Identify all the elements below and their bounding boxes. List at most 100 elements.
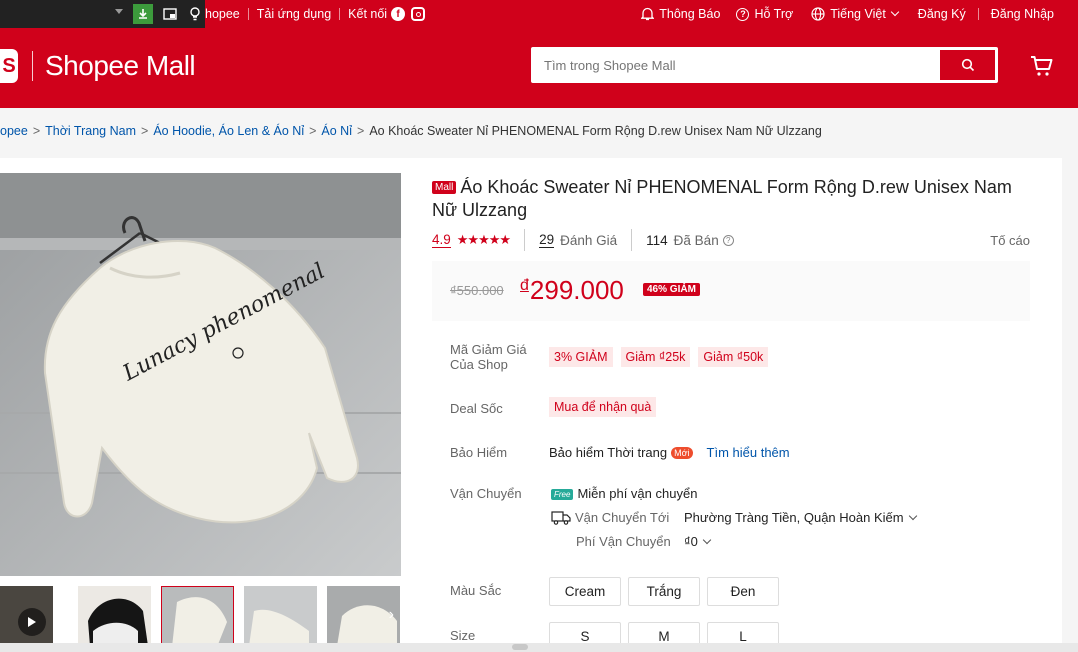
insurance-value: Bảo hiểm Thời trang bbox=[549, 445, 668, 460]
divider bbox=[247, 8, 249, 20]
divider bbox=[339, 8, 341, 20]
notifications-link[interactable]: Thông Báo bbox=[641, 7, 720, 21]
ship-fee-label: Phí Vận Chuyển bbox=[576, 534, 671, 549]
ship-to-value: Phường Tràng Tiền, Quận Hoàn Kiếm bbox=[684, 510, 904, 525]
search-icon bbox=[961, 58, 974, 72]
deal-label: Deal Sốc bbox=[450, 401, 503, 416]
insurance-label: Bảo Hiểm bbox=[450, 445, 508, 460]
breadcrumb-item-mens-fashion[interactable]: Thời Trang Nam bbox=[45, 124, 136, 138]
chevron-down-icon bbox=[702, 535, 712, 545]
divider bbox=[977, 8, 979, 20]
thumbnail-image[interactable] bbox=[244, 586, 317, 646]
voucher-label: Mã Giảm Giá Của Shop bbox=[450, 342, 527, 372]
shipping-label: Vận Chuyển bbox=[450, 486, 522, 501]
voucher-list: 3% GIẢM Giảm ₫25k Giảm ₫50k bbox=[549, 347, 776, 367]
chevron-right-icon[interactable]: › bbox=[389, 606, 394, 624]
globe-icon bbox=[811, 7, 825, 21]
ship-fee-selector[interactable]: ₫0 bbox=[684, 534, 712, 549]
top-left-links: hopee Tải ứng dụng Kết nối f bbox=[205, 0, 426, 28]
chevron-down-icon[interactable] bbox=[115, 9, 123, 14]
help-link[interactable]: ? Hỗ Trợ bbox=[736, 7, 793, 21]
sale-price-value: 299.000 bbox=[529, 275, 624, 305]
chevron-down-icon bbox=[908, 511, 917, 521]
ship-to-selector[interactable]: Phường Tràng Tiền, Quận Hoàn Kiếm bbox=[684, 510, 917, 525]
sold-count: 114 bbox=[646, 232, 668, 248]
discount-badge: 46% GIẢM bbox=[643, 283, 700, 296]
help-icon: ? bbox=[736, 7, 750, 21]
original-price: ₫550.000 bbox=[450, 283, 504, 298]
breadcrumb-item-home[interactable]: opee bbox=[0, 124, 28, 138]
truck-icon bbox=[551, 511, 571, 525]
instagram-icon[interactable] bbox=[411, 7, 426, 21]
logo-text: Shopee Mall bbox=[45, 50, 196, 81]
color-option-white[interactable]: Trắng bbox=[628, 577, 700, 606]
chevron-right-icon: > bbox=[357, 124, 365, 138]
scrollbar-thumb[interactable] bbox=[512, 644, 528, 650]
help-label: Hỗ Trợ bbox=[754, 7, 794, 21]
download-app-link[interactable]: Tải ứng dụng bbox=[257, 7, 331, 21]
product-main-image[interactable]: Lunacy phenomenal bbox=[0, 173, 401, 576]
rating-value[interactable]: 4.9 bbox=[432, 232, 451, 248]
language-label: Tiếng Việt bbox=[830, 7, 886, 21]
insurance-row: Bảo hiểm Thời trang Mới Tìm hiểu thêm bbox=[549, 445, 790, 460]
breadcrumb-item-hoodies[interactable]: Áo Hoodie, Áo Len & Áo Nỉ bbox=[153, 124, 304, 138]
report-link[interactable]: Tố cáo bbox=[990, 233, 1030, 248]
voucher-tag[interactable]: Giảm ₫25k bbox=[620, 347, 691, 367]
reviews-label: Đánh Giá bbox=[560, 232, 618, 248]
learn-more-link[interactable]: Tìm hiểu thêm bbox=[707, 445, 790, 460]
free-shipping-text: Miễn phí vận chuyển bbox=[577, 486, 698, 501]
login-link[interactable]: Đăng Nhập bbox=[991, 7, 1054, 21]
reviews-count[interactable]: 29 bbox=[539, 232, 555, 248]
thumbnail-image[interactable] bbox=[78, 586, 151, 646]
thumbnail-image-selected[interactable] bbox=[161, 586, 234, 646]
picture-in-picture-icon[interactable] bbox=[160, 4, 180, 24]
divider bbox=[524, 229, 526, 251]
currency-symbol: đ bbox=[520, 277, 529, 294]
voucher-label-line2: Của Shop bbox=[450, 357, 508, 372]
lightbulb-icon[interactable] bbox=[185, 4, 205, 24]
facebook-icon[interactable]: f bbox=[391, 7, 406, 21]
search-bar bbox=[531, 47, 998, 83]
play-icon bbox=[18, 608, 46, 636]
divider bbox=[631, 229, 633, 251]
free-shipping-icon: Free bbox=[551, 489, 574, 500]
info-icon[interactable]: ? bbox=[722, 234, 734, 246]
color-label: Màu Sắc bbox=[450, 583, 502, 598]
sale-price: đ299.000 bbox=[520, 275, 624, 306]
star-rating-icon: ★★★★★ bbox=[456, 232, 511, 247]
shopee-mall-logo[interactable]: S Shopee Mall bbox=[0, 46, 196, 86]
sold-label: Đã Bán bbox=[673, 232, 719, 248]
connect-label: Kết nối bbox=[348, 7, 388, 21]
seller-channel-link[interactable]: hopee bbox=[205, 7, 240, 21]
size-label: Size bbox=[450, 628, 476, 643]
search-input[interactable] bbox=[534, 50, 940, 80]
breadcrumb-item-sweaters[interactable]: Áo Nỉ bbox=[321, 124, 352, 138]
notifications-label: Thông Báo bbox=[659, 7, 721, 21]
top-right-links: Thông Báo ? Hỗ Trợ Tiếng Việt Đăng Ký Đă… bbox=[625, 0, 1054, 28]
download-icon[interactable] bbox=[133, 4, 153, 24]
search-button[interactable] bbox=[940, 50, 995, 80]
chevron-down-icon bbox=[890, 7, 900, 17]
bell-icon bbox=[641, 7, 655, 21]
voucher-tag[interactable]: 3% GIẢM bbox=[549, 347, 613, 367]
thumbnail-image[interactable]: › bbox=[327, 586, 400, 646]
cart-icon[interactable] bbox=[1030, 54, 1054, 78]
video-thumbnail[interactable] bbox=[0, 586, 53, 646]
free-shipping-row: Free Miễn phí vận chuyển bbox=[551, 486, 697, 501]
product-title: Mall Áo Khoác Sweater Nỉ PHENOMENAL Form … bbox=[432, 176, 1032, 222]
chevron-right-icon: > bbox=[32, 124, 41, 138]
voucher-tag[interactable]: Giảm ₫50k bbox=[698, 347, 769, 367]
language-selector[interactable]: Tiếng Việt bbox=[811, 7, 900, 21]
horizontal-scrollbar[interactable] bbox=[0, 643, 1078, 652]
ship-fee-value: ₫0 bbox=[684, 534, 698, 549]
mall-badge: Mall bbox=[432, 181, 457, 194]
shopee-header: hopee Tải ứng dụng Kết nối f Thông Báo ?… bbox=[0, 0, 1078, 108]
color-option-black[interactable]: Đen bbox=[707, 577, 779, 606]
signup-link[interactable]: Đăng Ký bbox=[918, 7, 966, 21]
divider bbox=[32, 51, 33, 81]
ship-to-label: Vận Chuyển Tới bbox=[575, 510, 670, 525]
color-option-cream[interactable]: Cream bbox=[549, 577, 621, 606]
voucher-label-line1: Mã Giảm Giá bbox=[450, 342, 527, 357]
deal-tag[interactable]: Mua để nhận quà bbox=[549, 397, 657, 417]
breadcrumb: opee > Thời Trang Nam > Áo Hoodie, Áo Len & … bbox=[0, 124, 822, 138]
